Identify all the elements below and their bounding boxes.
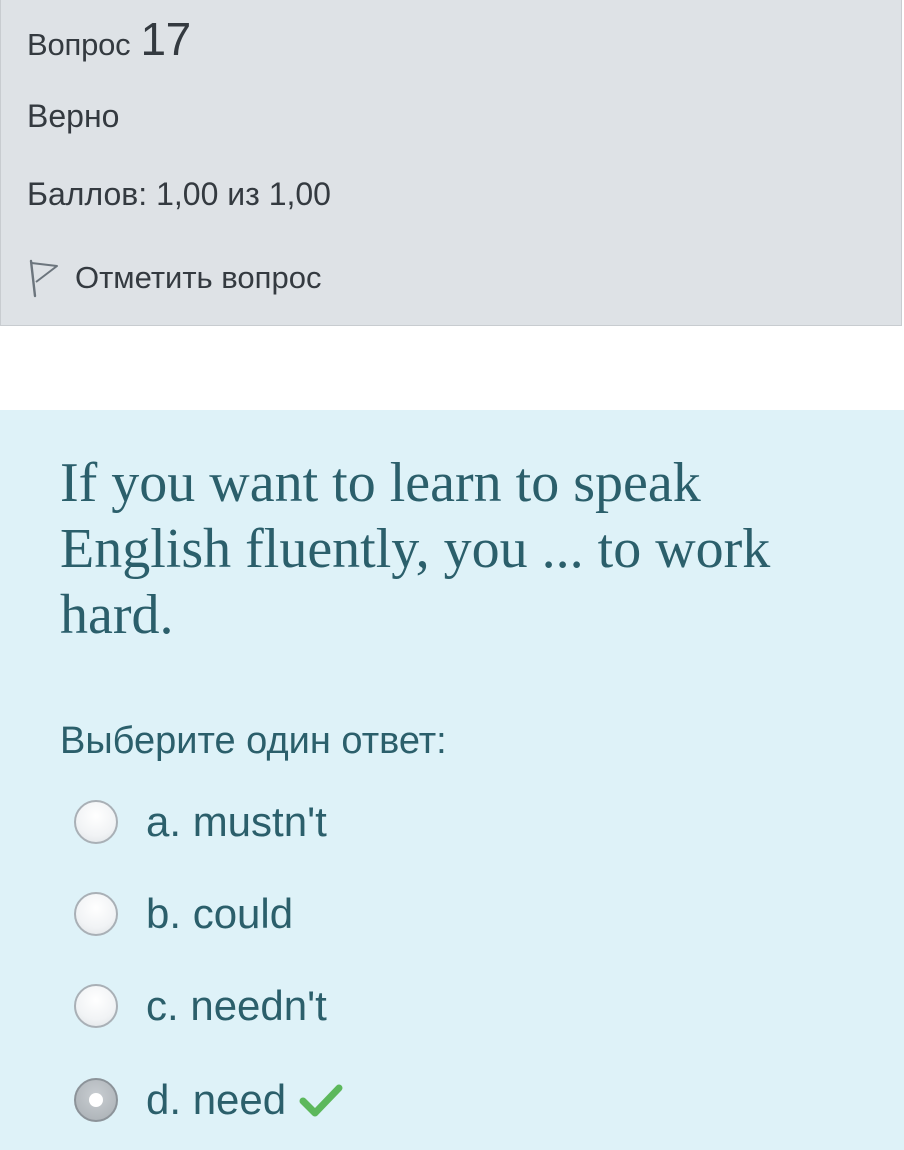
question-number: Вопрос 17 <box>27 12 191 66</box>
answer-option-b[interactable]: b. could <box>74 889 293 939</box>
question-content-panel: If you want to learn to speak English fl… <box>0 410 904 1150</box>
question-number-value: 17 <box>140 13 192 65</box>
answer-prompt: Выберите один ответ: <box>60 720 447 762</box>
radio-option-d[interactable] <box>74 1078 118 1122</box>
answer-option-a[interactable]: a. mustn't <box>74 797 327 847</box>
option-label-c: c. needn't <box>146 982 327 1029</box>
question-grade: Баллов: 1,00 из 1,00 <box>27 176 331 212</box>
flag-icon <box>27 258 61 298</box>
answer-option-c[interactable]: c. needn't <box>74 981 327 1031</box>
flag-question-link[interactable]: Отметить вопрос <box>27 256 321 300</box>
option-label-d: d. need <box>146 1076 287 1123</box>
answer-option-d[interactable]: d. need <box>74 1075 344 1125</box>
question-state: Верно <box>27 98 120 134</box>
check-icon <box>298 1080 344 1120</box>
question-label: Вопрос <box>27 27 131 62</box>
flag-question-label: Отметить вопрос <box>75 260 322 295</box>
radio-option-c[interactable] <box>74 984 118 1028</box>
option-label-b: b. could <box>146 890 294 937</box>
option-label-a: a. mustn't <box>146 798 327 845</box>
question-text: If you want to learn to speak English fl… <box>60 452 771 646</box>
radio-option-a[interactable] <box>74 800 118 844</box>
question-info-panel: Вопрос 17 Верно Баллов: 1,00 из 1,00 Отме… <box>0 0 902 326</box>
radio-option-b[interactable] <box>74 892 118 936</box>
